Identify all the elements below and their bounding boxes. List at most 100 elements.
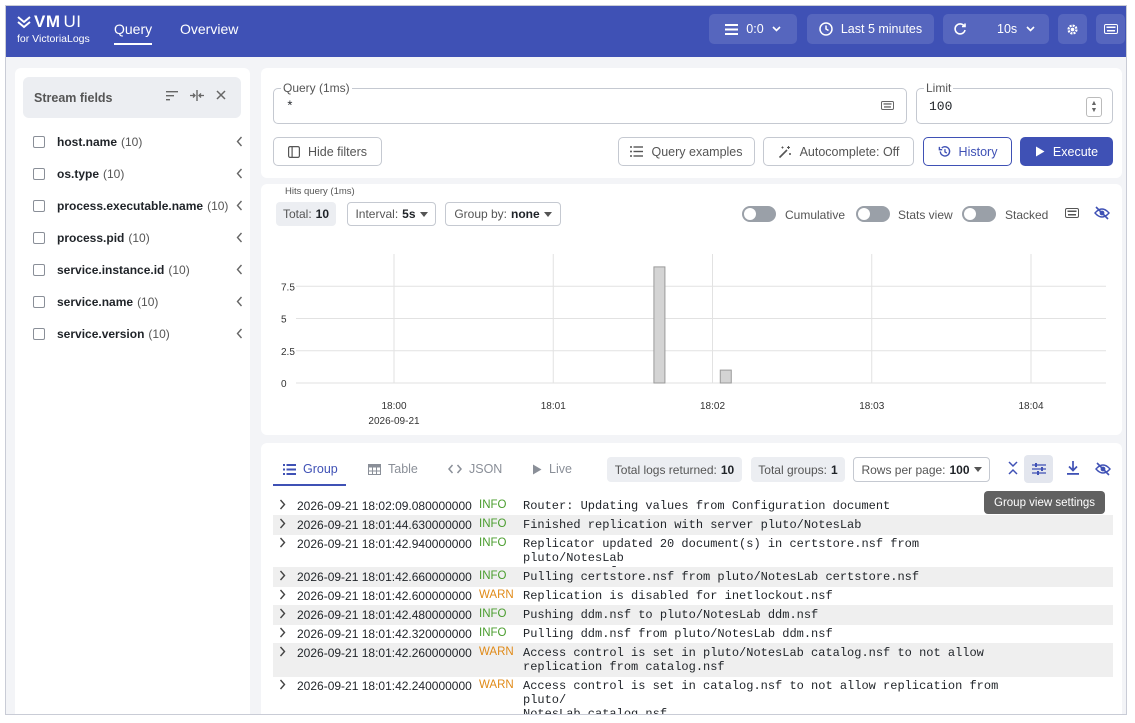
field-checkbox[interactable] [33,136,45,148]
field-count: (10) [207,199,229,213]
tune-icon [1032,463,1046,475]
stacked-toggle[interactable] [962,206,996,222]
log-message: Pulling ddm.nsf from pluto/NotesLab ddm.… [523,627,833,641]
chevron-right-icon[interactable] [279,646,286,657]
log-row[interactable]: 2026-09-21 18:02:09.080000000 INFO Router:… [273,496,1113,516]
stats-view-toggle[interactable] [856,206,890,222]
logo-title-ui: UI [63,12,82,31]
refresh-interval-label: 10s [997,22,1018,36]
limit-value[interactable]: 100 [929,99,952,114]
stream-field-item[interactable]: process.executable.name (10) [33,196,243,216]
limit-stepper[interactable]: ▲ ▼ [1086,97,1102,117]
tab-live[interactable]: Live [532,459,572,479]
stream-field-item[interactable]: service.instance.id (10) [33,260,243,280]
tab-overview[interactable]: Overview [180,21,238,37]
field-checkbox[interactable] [33,200,45,212]
group-by-selector[interactable]: Group by: none [445,202,561,226]
tab-group[interactable]: Group [283,459,338,479]
chevron-left-icon[interactable] [236,200,243,211]
field-count: (10) [148,327,170,341]
rows-per-page-selector[interactable]: Rows per page: 100 [853,457,990,482]
chevron-left-icon[interactable] [236,264,243,275]
tab-query[interactable]: Query [114,21,153,45]
sort-icon[interactable] [166,90,178,101]
field-checkbox[interactable] [33,264,45,276]
chevron-right-icon[interactable] [279,499,286,510]
group-view-settings-button[interactable] [1024,455,1053,483]
chevron-right-icon[interactable] [279,589,286,600]
keyboard-icon[interactable] [1065,208,1079,218]
log-row[interactable]: 2026-09-21 18:01:42.480000000 INFO Pushing… [273,605,1113,625]
execute-button[interactable]: Execute [1020,137,1113,166]
field-checkbox[interactable] [33,168,45,180]
log-row[interactable]: 2026-09-21 18:01:42.940000000 INFO Replica… [273,534,1113,579]
cumulative-label: Cumulative [785,208,846,222]
chevron-left-icon[interactable] [236,232,243,243]
download-icon[interactable] [1067,461,1079,475]
history-icon [938,146,950,157]
limit-input[interactable]: Limit 100 ▲ ▼ [916,81,1113,124]
chevron-right-icon[interactable] [279,518,286,529]
time-range-selector[interactable]: Last 5 minutes [807,14,934,44]
log-row[interactable]: 2026-09-21 18:01:42.320000000 INFO Pulling… [273,624,1113,644]
field-checkbox[interactable] [33,232,45,244]
log-level: INFO [479,627,507,639]
tab-json[interactable]: JSON [448,459,502,479]
app-window: VM UI for VictoriaLogs Query Overview 0:0… [5,5,1127,715]
interval-value: 5s [402,207,416,221]
log-row[interactable]: 2026-09-21 18:01:44.630000000 INFO Finishe… [273,515,1113,535]
stream-field-item[interactable]: service.name (10) [33,292,243,312]
table-icon [368,463,381,475]
tab-table[interactable]: Table [368,459,418,479]
chevron-right-icon[interactable] [279,679,286,690]
settings-button[interactable] [1058,14,1087,44]
chevron-right-icon[interactable] [279,627,286,638]
chevron-left-icon[interactable] [236,328,243,339]
close-icon[interactable] [216,90,226,100]
log-message: Router: Updating values from Configurati… [523,499,891,513]
stream-field-item[interactable]: host.name (10) [33,132,243,152]
tenant-label: 0:0 [746,22,764,36]
stream-field-item[interactable]: service.version (10) [33,324,243,344]
log-row[interactable]: 2026-09-21 18:01:42.260000000 WARN Access … [273,643,1113,677]
sidebar-header: Stream fields [23,77,241,118]
shortcuts-button[interactable] [1096,14,1125,44]
field-name: service.version [57,327,145,341]
query-examples-button[interactable]: Query examples [618,137,755,166]
log-level: WARN [479,679,514,691]
chevron-right-icon[interactable] [279,608,286,619]
stream-field-item[interactable]: process.pid (10) [33,228,243,248]
cumulative-toggle[interactable] [742,206,776,222]
tenant-selector[interactable]: 0:0 [709,14,797,44]
chevron-right-icon[interactable] [279,537,286,548]
chevron-left-icon[interactable] [236,136,243,147]
visibility-off-icon[interactable] [1094,206,1110,220]
hide-filters-button[interactable]: Hide filters [273,137,382,166]
field-checkbox[interactable] [33,328,45,340]
y-tick-label: 0 [281,379,287,390]
interval-selector[interactable]: Interval: 5s [347,202,436,226]
chevron-left-icon[interactable] [236,168,243,179]
stream-field-item[interactable]: os.type (10) [33,164,243,184]
field-checkbox[interactable] [33,296,45,308]
collapse-horizontal-icon[interactable] [190,90,204,101]
log-row[interactable]: 2026-09-21 18:01:42.600000000 WARN Replica… [273,586,1113,606]
history-button[interactable]: History [923,137,1012,166]
chevron-left-icon[interactable] [236,296,243,307]
x-tick-date-label: 2026-09-21 [368,416,420,427]
list-icon [630,146,644,157]
visibility-off-icon[interactable] [1095,462,1111,476]
query-input[interactable]: Query (1ms) * [273,81,907,124]
refresh-control[interactable]: 10s [943,14,1049,44]
interval-label: Interval: [355,207,399,221]
autocomplete-toggle[interactable]: Autocomplete: Off [763,137,914,166]
log-row[interactable]: 2026-09-21 18:01:42.240000000 WARN Access … [273,676,1113,714]
query-value[interactable]: * [286,99,294,114]
app-logo[interactable]: VM UI for VictoriaLogs [17,12,97,45]
total-hits-value: 10 [315,207,330,221]
chevron-right-icon[interactable] [279,570,286,581]
chevron-down-icon [772,26,781,32]
keyboard-icon[interactable] [881,101,894,110]
collapse-all-icon[interactable] [1008,461,1018,475]
log-row[interactable]: 2026-09-21 18:01:42.660000000 INFO Pulling… [273,567,1113,587]
